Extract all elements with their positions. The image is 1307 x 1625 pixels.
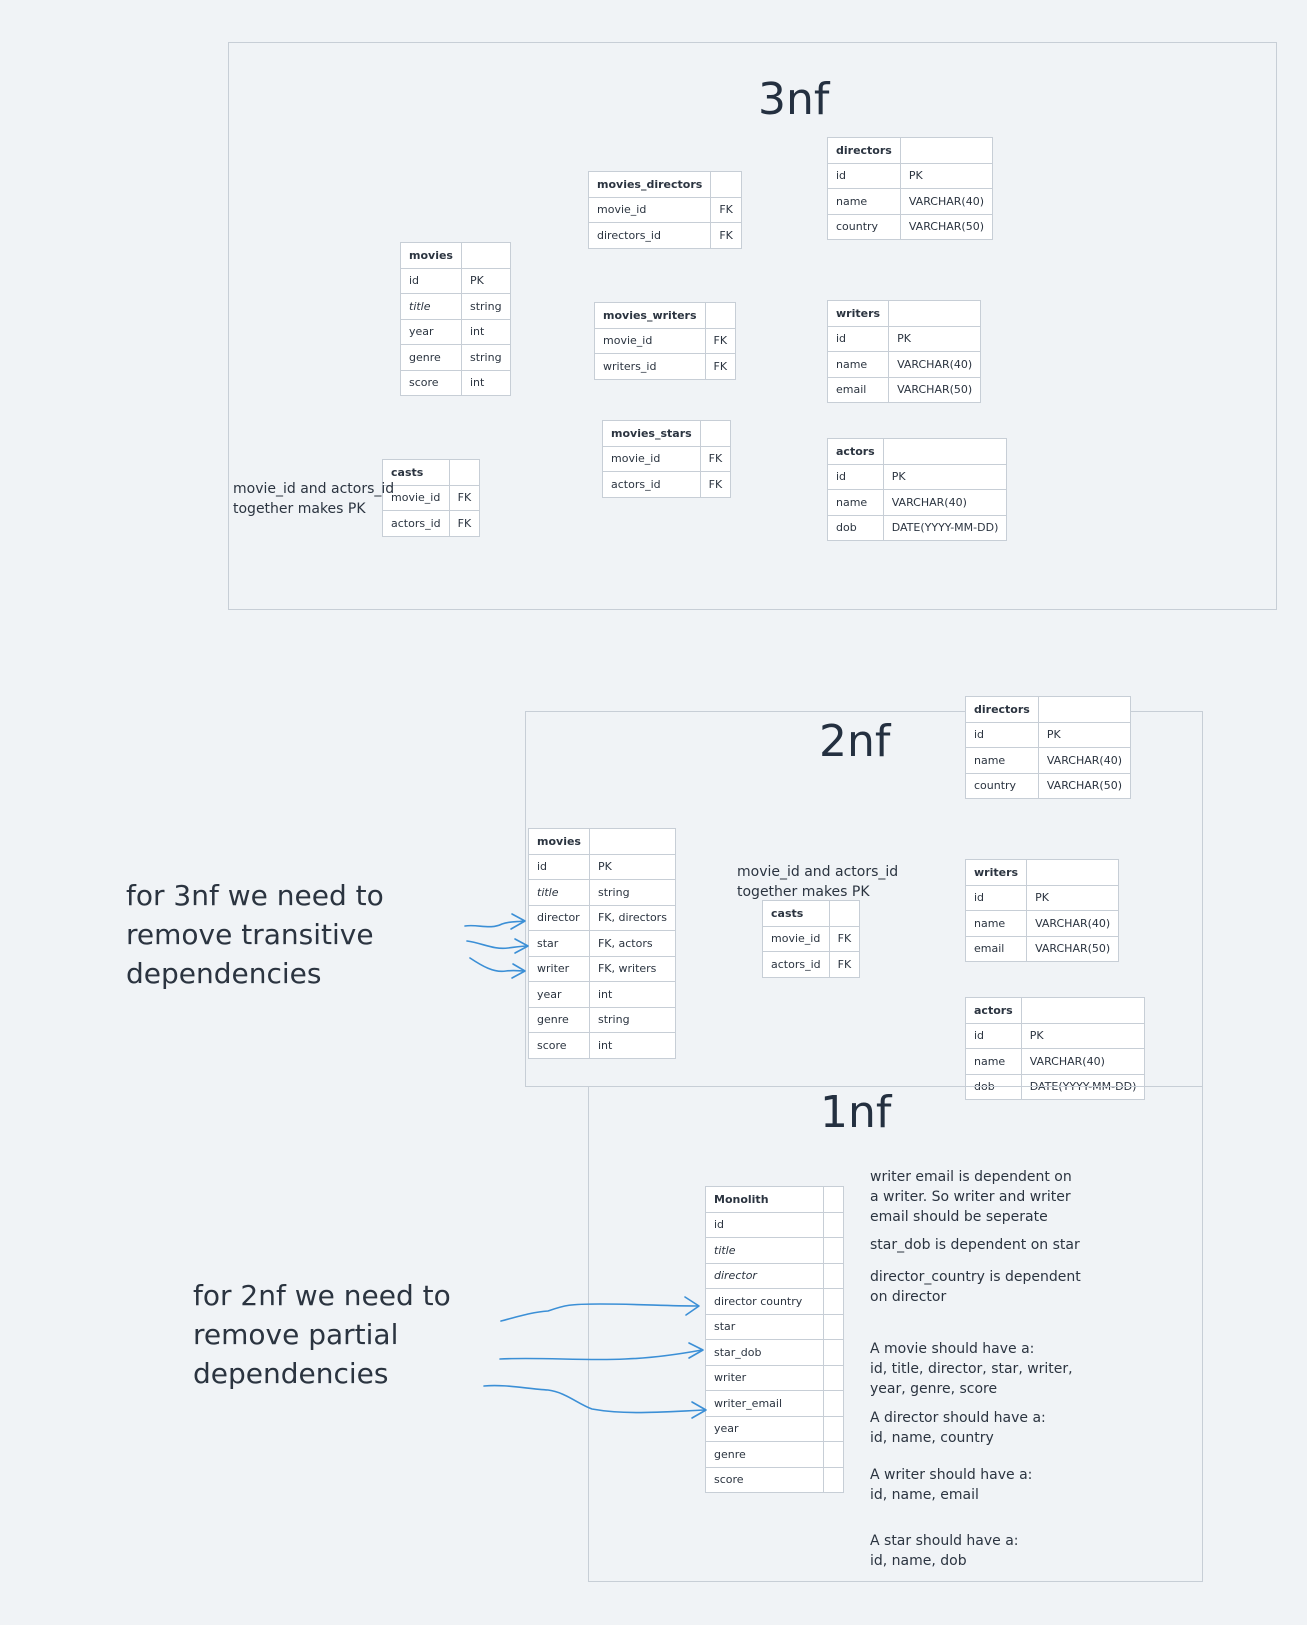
arrow-to-star — [466, 940, 528, 950]
arrows-layer — [464, 913, 707, 1419]
arrow-to-writer — [469, 957, 525, 973]
arrow-to-star-dob — [499, 1349, 703, 1361]
arrow-to-director-country — [500, 1303, 699, 1322]
arrow-to-writer-email — [483, 1384, 706, 1414]
